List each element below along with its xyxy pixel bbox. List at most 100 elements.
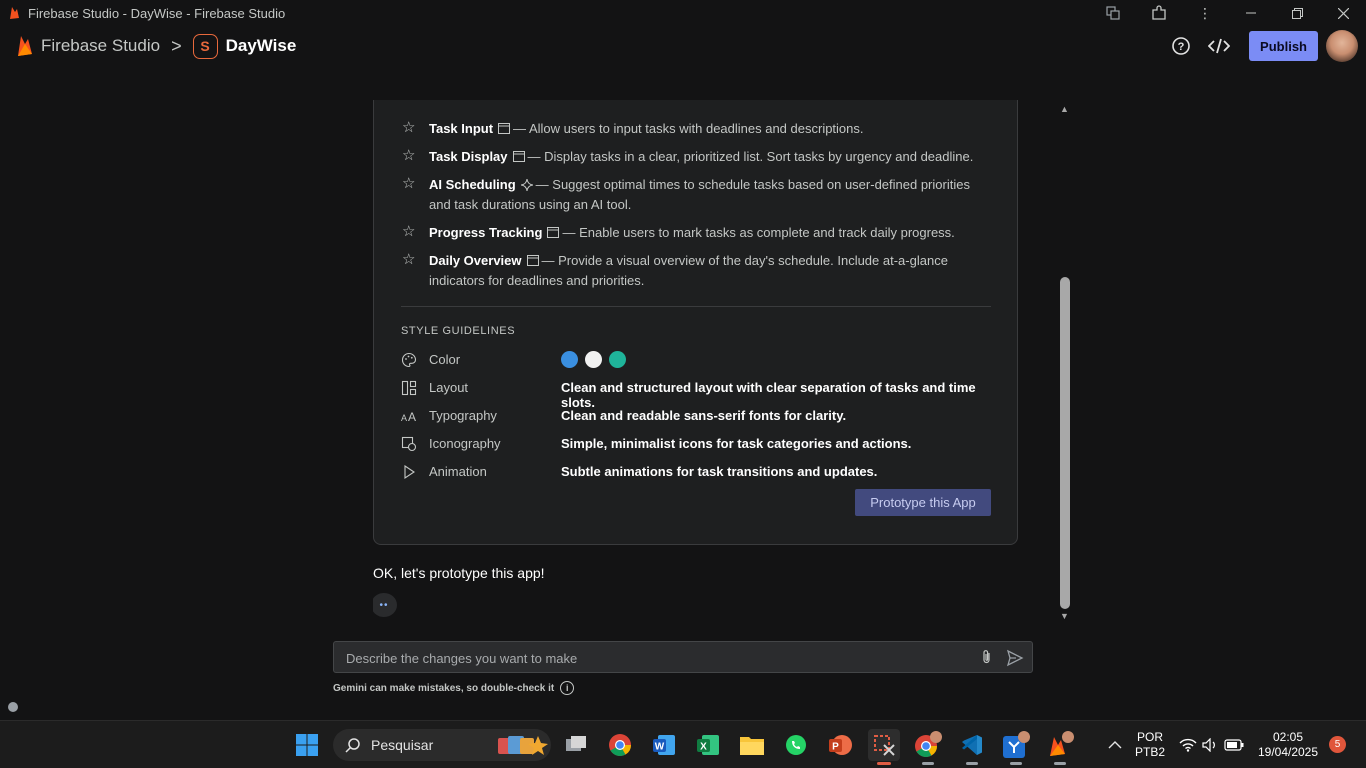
more-menu-icon[interactable]: ⋮ <box>1182 0 1228 26</box>
send-icon[interactable] <box>1006 649 1024 667</box>
svg-text:A: A <box>401 413 407 423</box>
svg-text:W: W <box>655 742 665 753</box>
chevron-up-icon[interactable] <box>1099 729 1131 761</box>
style-row-layout: Layout Clean and structured layout with … <box>401 378 1001 410</box>
star-icon: ☆ <box>402 175 416 192</box>
feature-name: Task Input <box>429 121 494 136</box>
firebase-logo-icon[interactable] <box>15 34 35 58</box>
project-icon: S <box>192 33 218 59</box>
keyboard-layout: PTB2 <box>1134 745 1165 759</box>
extensions-icon[interactable] <box>1136 0 1182 26</box>
color-swatch-background[interactable] <box>585 351 602 368</box>
vscode-icon[interactable] <box>956 729 988 765</box>
style-label: Layout <box>429 380 469 395</box>
sparkle-icon <box>520 178 533 191</box>
prompt-input[interactable] <box>346 648 966 668</box>
status-indicator <box>8 702 18 712</box>
restore-icon[interactable] <box>1274 0 1320 26</box>
iconography-icon <box>401 436 417 452</box>
publish-button[interactable]: Publish <box>1249 31 1318 61</box>
star-icon: ☆ <box>402 251 416 268</box>
search-icon <box>345 738 360 753</box>
chat-scrollbar[interactable]: ▲ ▼ <box>1058 102 1072 625</box>
whatsapp-icon[interactable] <box>780 729 812 761</box>
app-profile-icon[interactable] <box>1000 729 1032 765</box>
color-swatch-accent[interactable] <box>609 351 626 368</box>
firebase-studio-taskbar-icon[interactable] <box>1044 729 1076 765</box>
play-icon <box>404 464 415 480</box>
feature-name: AI Scheduling <box>429 177 516 192</box>
divider <box>401 306 991 307</box>
style-label: Color <box>429 352 461 367</box>
word-icon[interactable]: W <box>648 729 680 761</box>
brand-name[interactable]: Firebase Studio <box>41 36 160 56</box>
help-icon[interactable]: ? <box>1165 30 1197 62</box>
avatar[interactable] <box>1326 30 1358 62</box>
info-icon[interactable]: i <box>560 681 575 695</box>
breadcrumb: Firebase Studio > S DayWise <box>15 33 297 59</box>
notification-badge[interactable]: 5 <box>1329 736 1346 753</box>
style-row-animation: Animation Subtle animations for task tra… <box>401 462 1001 482</box>
typography-icon: AA <box>401 410 416 424</box>
code-view-icon[interactable] <box>1203 30 1235 62</box>
windows-taskbar: Pesquisar W X P POR PTB2 02:05 19/04/202… <box>0 720 1366 768</box>
prototype-app-button[interactable]: Prototype this App <box>855 489 991 516</box>
close-icon[interactable] <box>1320 0 1366 26</box>
language-code: POR <box>1136 730 1163 744</box>
chrome-icon[interactable] <box>604 729 636 761</box>
svg-text:?: ? <box>1178 41 1185 53</box>
excel-icon[interactable]: X <box>692 729 724 761</box>
window-titlebar: Firebase Studio - DayWise - Firebase Stu… <box>0 0 1366 26</box>
clock[interactable]: 02:05 19/04/2025 <box>1250 730 1326 760</box>
color-swatch-primary[interactable] <box>561 351 578 368</box>
minimize-icon[interactable] <box>1228 0 1274 26</box>
style-row-iconography: Iconography Simple, minimalist icons for… <box>401 434 1001 454</box>
powerpoint-icon[interactable]: P <box>824 729 856 761</box>
translate-icon[interactable] <box>1090 0 1136 26</box>
style-value: Subtle animations for task transitions a… <box>561 464 878 479</box>
windows-start-icon[interactable] <box>291 729 323 761</box>
style-label: Animation <box>429 464 487 479</box>
file-explorer-icon[interactable] <box>736 729 768 761</box>
project-name[interactable]: DayWise <box>226 36 297 56</box>
scroll-up-icon[interactable]: ▲ <box>1060 104 1069 114</box>
task-view-icon[interactable] <box>560 729 592 761</box>
scroll-down-icon[interactable]: ▼ <box>1060 611 1069 621</box>
svg-text:X: X <box>700 742 707 753</box>
style-guidelines-title: STYLE GUIDELINES <box>401 325 516 337</box>
style-label: Iconography <box>429 436 501 451</box>
window-title: Firebase Studio - DayWise - Firebase Stu… <box>28 5 286 21</box>
battery-icon[interactable] <box>1218 729 1250 761</box>
feature-name: Progress Tracking <box>429 225 543 240</box>
clock-date: 19/04/2025 <box>1257 745 1319 759</box>
feature-desc: — Allow users to input tasks with deadli… <box>513 121 864 136</box>
panel-icon <box>526 255 539 267</box>
loading-indicator: •• <box>373 593 397 617</box>
svg-text:A: A <box>408 410 416 424</box>
assistant-message: OK, let's prototype this app! <box>373 565 545 581</box>
prompt-composer <box>333 641 1033 673</box>
attach-icon[interactable] <box>979 649 995 665</box>
feature-desc: — Display tasks in a clear, prioritized … <box>527 149 974 164</box>
chrome-profile-icon[interactable] <box>912 729 944 765</box>
star-icon: ☆ <box>402 223 416 240</box>
firebase-app-icon <box>10 7 19 19</box>
language-indicator[interactable]: POR PTB2 <box>1134 730 1166 760</box>
feature-name: Task Display <box>429 149 508 164</box>
style-row-typography: AA Typography Clean and readable sans-se… <box>401 406 1001 426</box>
search-label: Pesquisar <box>371 737 434 753</box>
svg-text:P: P <box>832 742 839 753</box>
style-value: Simple, minimalist icons for task catego… <box>561 436 912 451</box>
style-label: Typography <box>429 408 497 423</box>
feature-desc: — Enable users to mark tasks as complete… <box>562 225 955 240</box>
feature-name: Daily Overview <box>429 253 522 268</box>
clock-time: 02:05 <box>1272 730 1304 744</box>
panel-icon <box>512 151 525 163</box>
style-value: Clean and readable sans-serif fonts for … <box>561 408 847 423</box>
taskbar-search[interactable]: Pesquisar <box>333 729 551 761</box>
search-highlight-icon <box>498 736 548 755</box>
chevron-right-icon: > <box>171 35 182 56</box>
palette-icon <box>401 352 417 368</box>
scroll-thumb[interactable] <box>1060 277 1070 609</box>
snipping-tool-icon[interactable] <box>868 729 900 765</box>
